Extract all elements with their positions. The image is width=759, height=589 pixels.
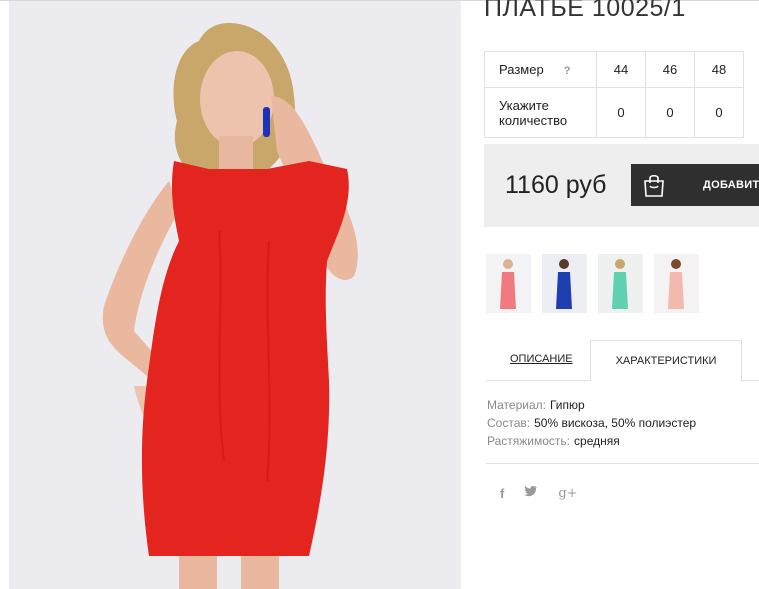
shopping-bag-icon <box>641 172 667 203</box>
size-label-cell: Размер? <box>484 51 597 88</box>
twitter-icon[interactable] <box>524 484 538 502</box>
thumbnail-mint-dress[interactable] <box>598 254 643 313</box>
size-label: Размер <box>499 62 544 77</box>
size-option-44[interactable]: 44 <box>596 51 646 88</box>
thumbnail-peach-dress[interactable] <box>654 254 699 313</box>
thumbnail-blue-dress[interactable] <box>542 254 587 313</box>
product-title: ПЛАТЬЕ 10025/1 <box>484 0 686 22</box>
spec-key: Материал: <box>487 398 546 412</box>
social-share: f g+ <box>500 484 598 502</box>
spec-key: Состав: <box>487 416 531 430</box>
size-quantity-table: Размер? 44 46 48 Укажите количество 0 0 0 <box>484 51 744 138</box>
size-help-icon[interactable]: ? <box>564 65 571 77</box>
price-panel: 1160 руб ДОБАВИТЬ <box>484 144 759 227</box>
specs-divider <box>486 463 759 464</box>
color-variant-thumbnails <box>486 254 710 313</box>
price-value: 1160 руб <box>505 171 607 199</box>
spec-value: Гипюр <box>549 398 585 412</box>
size-option-48[interactable]: 48 <box>694 51 744 88</box>
spec-value: 50% вискоза, 50% полиэстер <box>534 416 697 430</box>
size-option-46[interactable]: 46 <box>645 51 695 88</box>
add-to-cart-label: ДОБАВИТЬ <box>703 179 759 191</box>
quantity-row: Укажите количество 0 0 0 <box>484 87 744 138</box>
spec-row-composition: Состав: 50% вискоза, 50% полиэстер <box>487 414 696 432</box>
thumbnail-pink-dress[interactable] <box>486 254 531 313</box>
spec-key: Растяжимость: <box>487 434 571 448</box>
characteristics-list: Материал: Гипюр Состав: 50% вискоза, 50% п… <box>487 396 696 450</box>
spec-row-material: Материал: Гипюр <box>487 396 696 414</box>
tab-description[interactable]: ОПИСАНИЕ <box>510 353 573 365</box>
quantity-label-line2: количество <box>499 112 568 128</box>
quantity-input-46[interactable]: 0 <box>645 87 695 138</box>
size-row: Размер? 44 46 48 <box>484 51 744 88</box>
spec-value: средняя <box>574 434 620 448</box>
tab-characteristics[interactable]: ХАРАКТЕРИСТИКИ <box>590 340 742 382</box>
quantity-label-cell: Укажите количество <box>484 87 597 138</box>
product-main-image[interactable] <box>9 1 461 589</box>
facebook-icon[interactable]: f <box>500 486 504 501</box>
add-to-cart-button[interactable]: ДОБАВИТЬ <box>631 164 759 206</box>
google-plus-icon[interactable]: g+ <box>558 486 577 501</box>
quantity-label-line1: Укажите <box>499 97 549 113</box>
quantity-input-44[interactable]: 0 <box>596 87 646 138</box>
quantity-input-48[interactable]: 0 <box>694 87 744 138</box>
spec-row-stretch: Растяжимость: средняя <box>487 432 696 450</box>
